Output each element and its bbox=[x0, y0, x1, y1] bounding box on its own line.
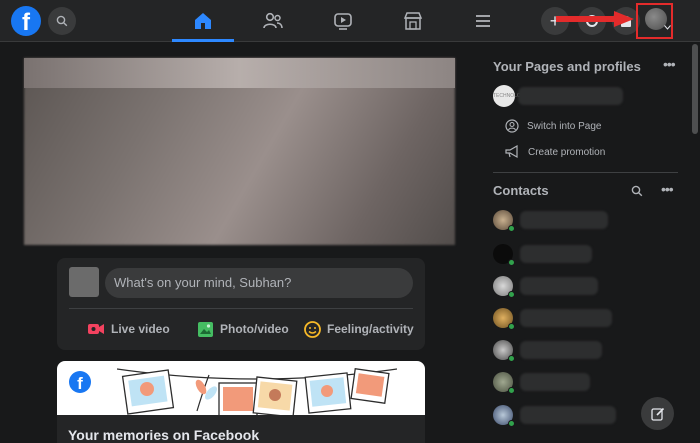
online-indicator bbox=[508, 291, 515, 298]
annotation-arrow-icon bbox=[556, 11, 634, 27]
right-panel-divider bbox=[493, 172, 678, 173]
online-indicator bbox=[508, 225, 515, 232]
blurred-contact-name bbox=[520, 309, 612, 327]
online-indicator bbox=[508, 420, 515, 427]
create-promotion-link[interactable]: Create promotion bbox=[505, 145, 605, 159]
contacts-more-icon[interactable]: ••• bbox=[661, 181, 674, 197]
search-button[interactable] bbox=[48, 7, 76, 35]
nav-marketplace[interactable] bbox=[382, 0, 444, 42]
composer-divider bbox=[69, 308, 413, 309]
blurred-contact-name bbox=[520, 406, 616, 424]
live-video-label: Live video bbox=[111, 322, 170, 336]
feeling-icon bbox=[304, 320, 321, 338]
memories-illustration-icon bbox=[117, 368, 397, 418]
memories-title: Your memories on Facebook bbox=[68, 427, 260, 443]
blurred-page-name bbox=[518, 87, 623, 105]
photo-video-label: Photo/video bbox=[220, 322, 289, 336]
scrollbar-thumb[interactable] bbox=[692, 44, 698, 134]
page-avatar[interactable]: TECHNOLOGY bbox=[493, 85, 528, 107]
composer-avatar[interactable] bbox=[69, 267, 99, 297]
blurred-contact-name bbox=[520, 373, 590, 391]
blurred-cover-highlight bbox=[24, 58, 455, 88]
feeling-activity-button[interactable]: Feeling/activity bbox=[304, 316, 414, 342]
menu-icon bbox=[476, 15, 490, 27]
live-video-button[interactable]: Live video bbox=[87, 316, 170, 342]
right-panel-scrollbar[interactable] bbox=[690, 42, 700, 443]
blurred-contact-name bbox=[520, 211, 608, 229]
compose-icon bbox=[650, 407, 664, 421]
blurred-contact-name bbox=[520, 245, 592, 263]
blurred-contact-name bbox=[520, 341, 602, 359]
marketplace-icon bbox=[403, 12, 423, 30]
nav-friends[interactable] bbox=[242, 0, 304, 42]
online-indicator bbox=[508, 387, 515, 394]
nav-watch[interactable] bbox=[312, 0, 374, 42]
live-video-icon bbox=[88, 324, 104, 334]
pages-more-icon[interactable]: ••• bbox=[663, 56, 676, 72]
blurred-contact-name bbox=[520, 277, 598, 295]
facebook-logo[interactable]: f bbox=[11, 6, 41, 36]
online-indicator bbox=[508, 355, 515, 362]
online-indicator bbox=[508, 323, 515, 330]
switch-into-page-label: Switch into Page bbox=[527, 120, 602, 132]
nav-menu[interactable] bbox=[452, 0, 514, 42]
megaphone-icon bbox=[505, 145, 518, 159]
watch-icon bbox=[334, 13, 352, 30]
feeling-activity-label: Feeling/activity bbox=[327, 322, 414, 336]
memories-card[interactable]: f Your memories on Facebook bbox=[57, 361, 425, 443]
nav-home[interactable] bbox=[172, 0, 234, 42]
switch-profile-icon bbox=[505, 119, 519, 133]
facebook-logo-small: f bbox=[69, 371, 91, 393]
photo-icon bbox=[198, 321, 213, 337]
highlight-box bbox=[636, 3, 673, 39]
switch-into-page-link[interactable]: Switch into Page bbox=[505, 119, 602, 133]
photo-video-button[interactable]: Photo/video bbox=[197, 316, 289, 342]
create-promotion-label: Create promotion bbox=[528, 146, 606, 158]
online-indicator bbox=[508, 259, 515, 266]
friends-icon bbox=[263, 12, 283, 29]
home-icon bbox=[195, 13, 211, 29]
search-icon[interactable] bbox=[631, 185, 643, 197]
new-message-button[interactable] bbox=[641, 397, 674, 430]
pages-heading: Your Pages and profiles bbox=[493, 59, 641, 74]
contacts-heading: Contacts bbox=[493, 183, 549, 198]
composer-input[interactable]: What's on your mind, Subhan? bbox=[105, 268, 413, 298]
search-icon bbox=[56, 15, 68, 27]
top-navigation-bar: f + bbox=[0, 0, 700, 42]
post-composer: What's on your mind, Subhan? Live video … bbox=[57, 258, 425, 350]
